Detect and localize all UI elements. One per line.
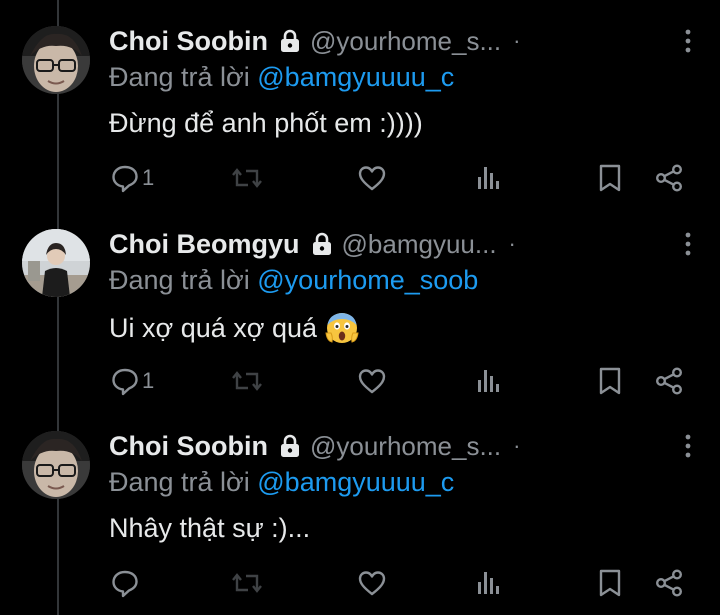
tweet[interactable]: Choi Soobin @yourhome_s... · Đang trả lờ…: [0, 0, 720, 205]
avatar[interactable]: [22, 26, 90, 94]
separator-dot: ·: [513, 28, 521, 53]
reply-icon: [112, 570, 138, 598]
like-button[interactable]: [357, 567, 387, 599]
retweet-icon: [232, 573, 262, 593]
replying-to: Đang trả lời @bamgyuuuu_c: [109, 467, 454, 498]
reply-button[interactable]: [110, 567, 142, 599]
retweet-button[interactable]: [230, 567, 264, 599]
share-button[interactable]: [654, 567, 684, 599]
more-icon[interactable]: [684, 29, 692, 53]
views-button[interactable]: [474, 162, 504, 194]
lock-icon: [280, 434, 300, 458]
tweet-header: Choi Soobin @yourhome_s... ·: [109, 21, 520, 61]
retweet-button[interactable]: [230, 365, 264, 397]
retweet-icon: [232, 371, 262, 391]
replying-to: Đang trả lời @bamgyuuuu_c: [109, 62, 454, 93]
reply-count: 1: [142, 165, 155, 190]
separator-dot: ·: [513, 433, 521, 458]
action-bar: 1: [0, 361, 720, 401]
bookmark-button[interactable]: [596, 365, 624, 397]
tweet-text-content: Đừng để anh phốt em :)))): [109, 108, 423, 138]
tweet-text-content: Ui xợ quá xợ quá: [109, 312, 318, 343]
lock-icon: [312, 232, 332, 256]
like-icon: [358, 369, 386, 394]
share-button[interactable]: [654, 162, 684, 194]
separator-dot: ·: [508, 231, 516, 256]
tweet-text: Ui xợ quá xợ quá: [109, 311, 359, 345]
mention-link[interactable]: @bamgyuuuu_c: [257, 62, 454, 92]
replying-to-label: Đang trả lời: [109, 467, 258, 497]
views-button[interactable]: [474, 365, 504, 397]
views-button[interactable]: [474, 567, 504, 599]
tweet-text: Nhây thật sự :)...: [109, 513, 310, 544]
action-bar: 1: [0, 158, 720, 198]
more-icon[interactable]: [684, 434, 692, 458]
lock-icon: [280, 29, 300, 53]
handle[interactable]: @yourhome_s...: [310, 26, 501, 57]
bookmark-button[interactable]: [596, 162, 624, 194]
share-icon: [656, 367, 683, 395]
mention-link[interactable]: @bamgyuuuu_c: [257, 467, 454, 497]
avatar[interactable]: [22, 229, 90, 297]
face-screaming-in-fear-icon: [325, 311, 359, 345]
bookmark-button[interactable]: [596, 567, 624, 599]
like-button[interactable]: [357, 162, 387, 194]
reply-icon: [112, 165, 138, 193]
avatar[interactable]: [22, 431, 90, 499]
tweet-text-content: Nhây thật sự :)...: [109, 513, 311, 543]
tweet[interactable]: Choi Beomgyu @bamgyuu... · Đang trả lời …: [0, 203, 720, 408]
display-name[interactable]: Choi Soobin: [109, 431, 268, 462]
bookmark-icon: [599, 164, 621, 192]
tweet-header: Choi Soobin @yourhome_s... ·: [109, 426, 520, 466]
tweet-text: Đừng để anh phốt em :)))): [109, 108, 423, 139]
share-icon: [656, 164, 683, 192]
views-icon: [478, 167, 499, 189]
views-icon: [478, 370, 499, 392]
handle[interactable]: @bamgyuu...: [342, 229, 497, 260]
reply-count: 1: [142, 368, 155, 393]
like-button[interactable]: [357, 365, 387, 397]
replying-to: Đang trả lời @yourhome_soob: [109, 265, 478, 296]
like-icon: [358, 166, 386, 191]
reply-icon: [112, 368, 138, 396]
handle[interactable]: @yourhome_s...: [310, 431, 501, 462]
replying-to-label: Đang trả lời: [109, 62, 258, 92]
reply-button[interactable]: 1: [110, 162, 154, 194]
tweet-header: Choi Beomgyu @bamgyuu... ·: [109, 224, 516, 264]
action-bar: [0, 563, 720, 603]
bookmark-icon: [599, 569, 621, 597]
share-button[interactable]: [654, 365, 684, 397]
display-name[interactable]: Choi Soobin: [109, 26, 268, 57]
bookmark-icon: [599, 367, 621, 395]
reply-button[interactable]: 1: [110, 365, 154, 397]
mention-link[interactable]: @yourhome_soob: [257, 265, 478, 295]
like-icon: [358, 571, 386, 596]
tweet[interactable]: Choi Soobin @yourhome_s... · Đang trả lờ…: [0, 405, 720, 610]
views-icon: [478, 572, 499, 594]
retweet-icon: [232, 168, 262, 188]
share-icon: [656, 569, 683, 597]
more-icon[interactable]: [684, 232, 692, 256]
replying-to-label: Đang trả lời: [109, 265, 258, 295]
display-name[interactable]: Choi Beomgyu: [109, 229, 300, 260]
retweet-button[interactable]: [230, 162, 264, 194]
